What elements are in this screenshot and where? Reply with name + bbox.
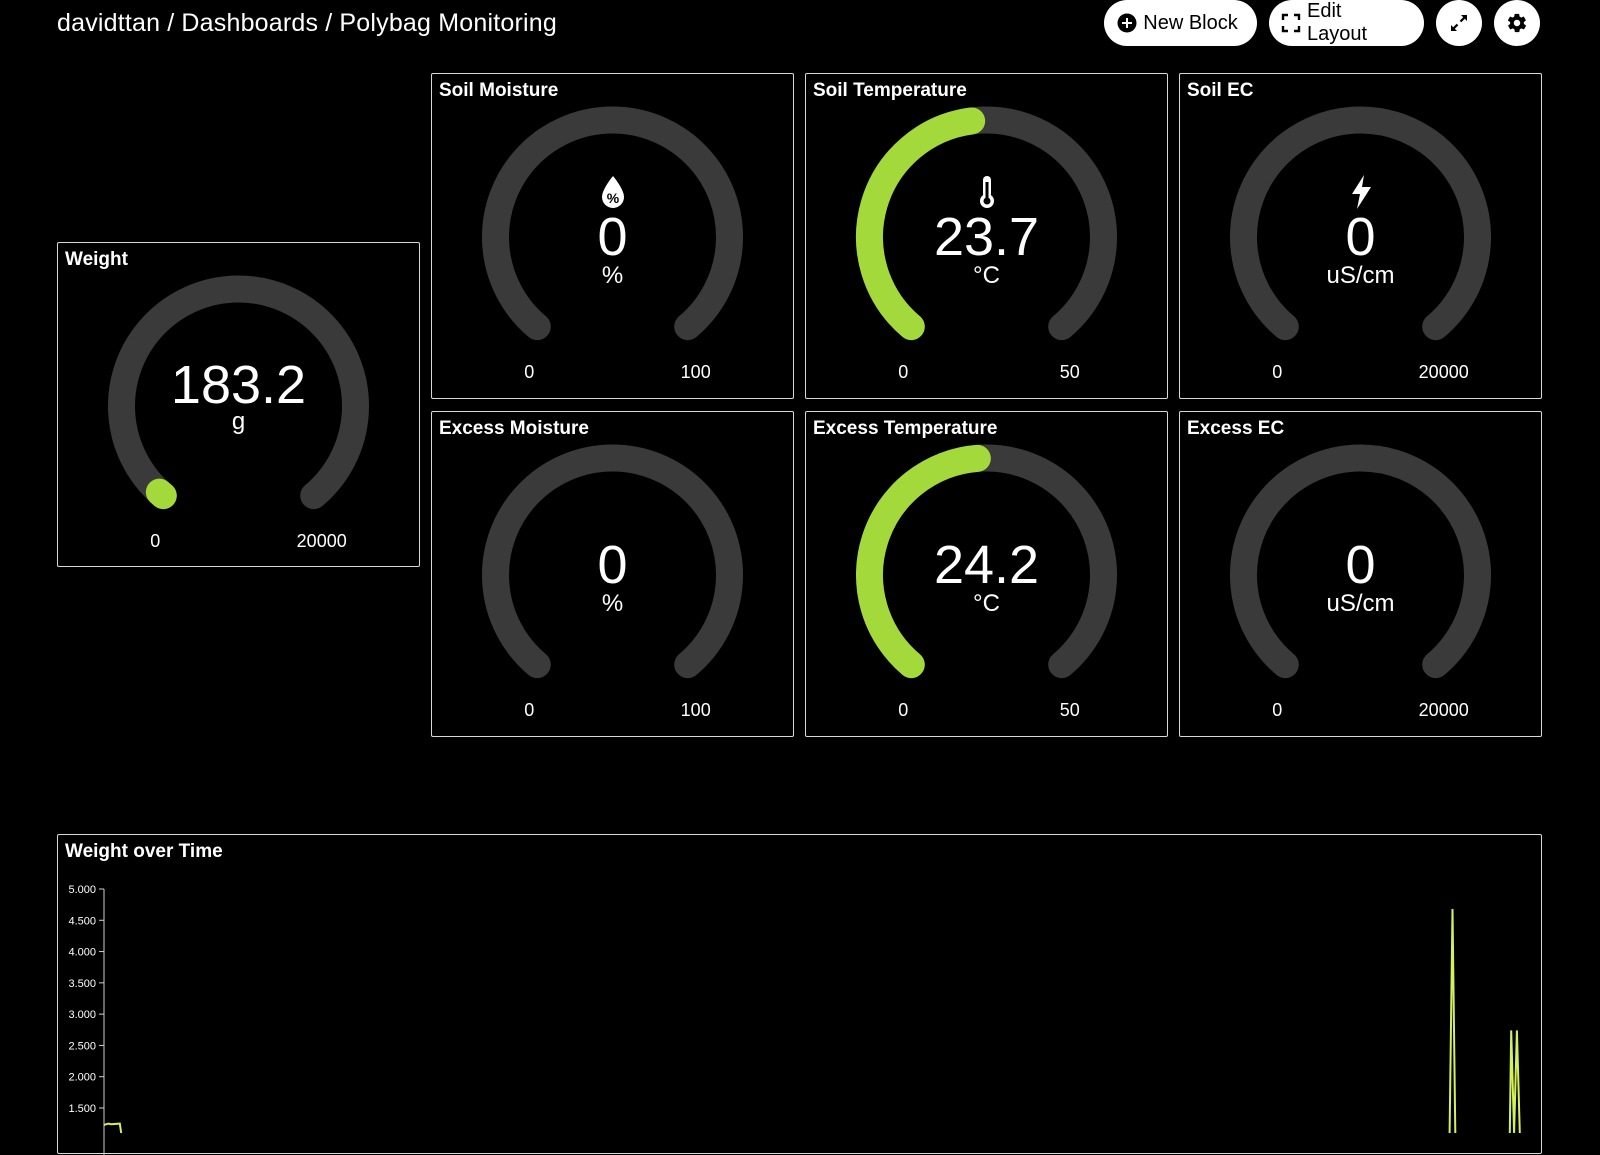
series-line: [103, 1122, 123, 1134]
thermometer-icon: [972, 174, 1002, 210]
y-tick-label: 3.500: [68, 978, 96, 990]
gauge-min-label: 0: [524, 700, 535, 720]
breadcrumb-user-link[interactable]: davidttan: [57, 9, 160, 37]
gauge-min-label: 0: [524, 362, 535, 382]
droplet-percent-icon: %: [598, 174, 628, 210]
gauge-fill: [145, 478, 177, 510]
svg-text:%: %: [606, 190, 619, 206]
gauge-block-weight[interactable]: Weight 183.2 g 0 20000: [57, 242, 420, 567]
gauge-max-label: 20000: [296, 531, 347, 551]
edit-layout-button[interactable]: Edit Layout: [1269, 0, 1424, 46]
y-tick-label: 2.000: [68, 1072, 96, 1084]
gauge-value: 0: [1345, 535, 1376, 595]
settings-button[interactable]: [1494, 0, 1540, 46]
gauge-min-label: 0: [150, 531, 161, 551]
y-tick-label: 3.000: [68, 1009, 96, 1021]
gauge-block-soil-moisture[interactable]: Soil Moisture % 0% 0 100: [431, 73, 794, 399]
gauge-value: 0: [597, 535, 628, 595]
gauge-min-label: 0: [1272, 362, 1283, 382]
line-chart: 1.500 2.000 2.500 3.000 3.500 4.000 4.500 5.000: [68, 884, 1521, 1155]
fullscreen-button[interactable]: [1436, 0, 1482, 46]
gear-icon: [1506, 12, 1528, 34]
gauge-block-soil-ec[interactable]: Soil EC 0 uS/cm 0 20000: [1179, 73, 1542, 399]
gauge-max-label: 50: [1059, 700, 1080, 720]
breadcrumb-separator: /: [325, 9, 333, 37]
lightning-icon: [1346, 174, 1376, 210]
gauge-min-label: 0: [898, 700, 909, 720]
gauge-block-soil-temperature[interactable]: Soil Temperature 23.7 °C 0 50: [805, 73, 1168, 399]
y-tick-label: 1.500: [68, 1103, 96, 1115]
gauge-unit: %: [601, 590, 624, 617]
plus-circle-icon: [1117, 13, 1137, 33]
gauge-unit: %: [601, 262, 624, 289]
gauge-unit: °C: [973, 262, 1000, 289]
series-line: [1508, 1030, 1521, 1134]
gauge-max-label: 100: [680, 700, 711, 720]
gauge-unit: uS/cm: [1326, 262, 1395, 289]
gauge-value: 23.7: [933, 207, 1040, 267]
expand-frame-icon: [1281, 13, 1301, 33]
gauge-max-label: 20000: [1418, 362, 1469, 382]
gauge-value: 183.2: [170, 355, 307, 415]
gauge-block-excess-ec[interactable]: Excess EC 0 uS/cm 0 20000: [1179, 411, 1542, 737]
y-tick-label: 4.500: [68, 915, 96, 927]
gauge-max-label: 20000: [1418, 700, 1469, 720]
expand-arrows-icon: [1448, 12, 1470, 34]
chart-block-weight-over-time[interactable]: Weight over Time 1.500 2.000 2.500 3.000 3.5…: [57, 834, 1542, 1155]
breadcrumb: davidttan / Dashboards / Polybag Monitoring: [57, 6, 557, 40]
gauge-min-label: 0: [1272, 700, 1283, 720]
y-tick-label: 4.000: [68, 947, 96, 959]
breadcrumb-dashboards-link[interactable]: Dashboards: [181, 9, 318, 37]
gauge-block-excess-moisture[interactable]: Excess Moisture 0% 0 100: [431, 411, 794, 737]
y-tick-label: 5.000: [68, 884, 96, 896]
gauge-unit: uS/cm: [1326, 590, 1395, 617]
gauge-value: 0: [1345, 207, 1376, 267]
gauge-value: 0: [597, 207, 628, 267]
gauge-block-excess-temperature[interactable]: Excess Temperature 24.2 °C 0 50: [805, 411, 1168, 737]
gauge-max-label: 50: [1059, 362, 1080, 382]
gauge-value: 24.2: [933, 535, 1040, 595]
gauge-unit: g: [231, 408, 246, 435]
gauge-unit: °C: [973, 590, 1000, 617]
page-title: Polybag Monitoring: [339, 9, 558, 37]
new-block-label: New Block: [1143, 11, 1238, 34]
gauge-min-label: 0: [898, 362, 909, 382]
gauge-max-label: 100: [680, 362, 711, 382]
new-block-button[interactable]: New Block: [1104, 0, 1257, 46]
series-line: [1448, 908, 1457, 1134]
toolbar: New Block Edit Layout: [1104, 0, 1540, 46]
y-tick-label: 2.500: [68, 1040, 96, 1052]
breadcrumb-separator: /: [167, 9, 175, 37]
edit-layout-label: Edit Layout: [1307, 0, 1368, 45]
